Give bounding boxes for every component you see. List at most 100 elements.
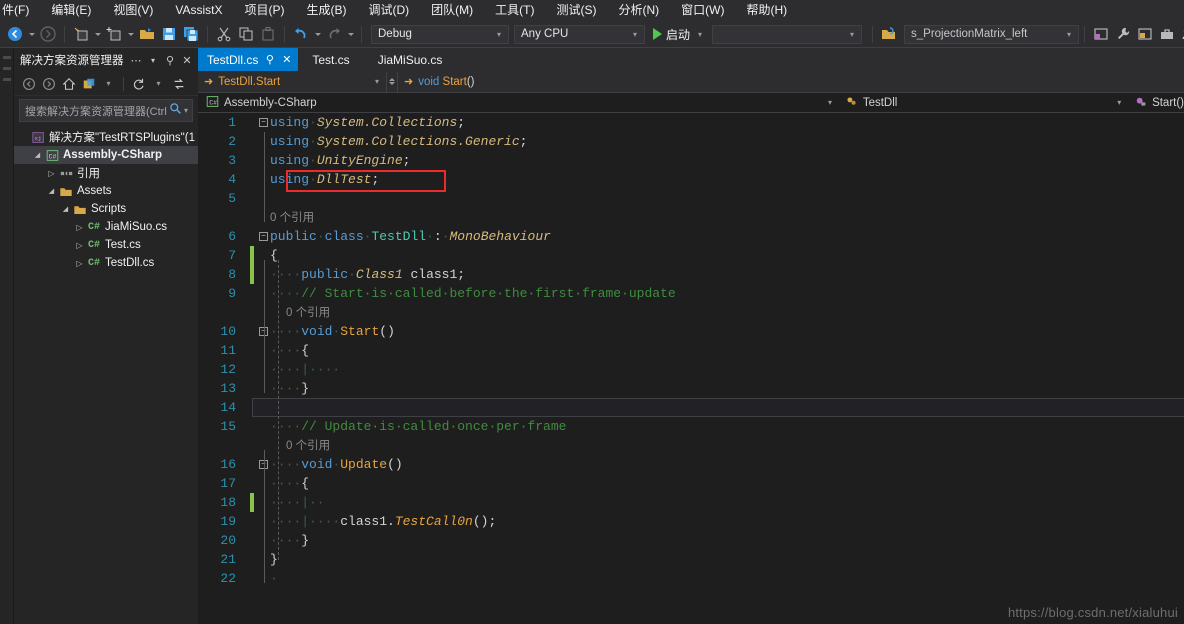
solution-explorer-search-input[interactable]: 搜索解决方案资源管理器(Ctrl ▾ <box>19 99 193 122</box>
tree-item-0[interactable]: xj 解决方案"TestRTSPlugins"(1 <box>14 128 198 146</box>
new-item-dropdown-icon[interactable] <box>125 23 136 45</box>
tree-item-6[interactable]: ▷ C# Test.cs <box>14 236 198 254</box>
undo-dropdown-icon[interactable] <box>312 23 323 45</box>
back-icon[interactable] <box>19 74 38 93</box>
chevron-down-icon[interactable]: ▾ <box>368 77 386 86</box>
wrench-icon[interactable] <box>1112 23 1134 45</box>
start-debug-button[interactable]: 启动 ▾ <box>653 26 706 43</box>
expander-expanded-icon[interactable]: ◢ <box>31 151 44 159</box>
solution-tree[interactable]: xj 解决方案"TestRTSPlugins"(1 ◢ C# Assembly-CSh… <box>14 124 198 624</box>
chevron-down-icon[interactable]: ▾ <box>149 74 168 93</box>
menu-item-7[interactable]: 团队(M) <box>420 1 484 21</box>
menu-item-2[interactable]: 视图(V) <box>102 1 164 21</box>
expander-collapsed-icon[interactable]: ▷ <box>45 169 58 178</box>
menu-item-8[interactable]: 工具(T) <box>484 1 545 21</box>
left-dock-strip[interactable] <box>0 48 14 624</box>
line-number: 14 <box>220 400 236 415</box>
dock-handle-icon <box>2 56 11 59</box>
toolbox-window-icon[interactable] <box>1134 23 1156 45</box>
close-icon[interactable]: ✕ <box>281 53 292 66</box>
debug-target-combo[interactable]: ▾ <box>712 24 863 44</box>
menu-item-10[interactable]: 分析(N) <box>607 1 670 21</box>
vassist-find-symbol-icon[interactable] <box>878 23 900 45</box>
undo-icon[interactable] <box>290 23 312 45</box>
document-tab-2[interactable]: JiaMiSuo.cs <box>364 48 457 71</box>
tree-item-4[interactable]: ◢ Scripts <box>14 200 198 218</box>
solution-platform-combo[interactable]: Any CPU ▾ <box>514 24 645 44</box>
save-all-icon[interactable] <box>180 23 202 45</box>
redo-icon[interactable] <box>323 23 345 45</box>
solution-configuration-value: Debug <box>378 28 412 40</box>
expander-collapsed-icon[interactable]: ▷ <box>73 223 86 232</box>
menu-item-0[interactable]: 件(F) <box>0 1 40 21</box>
member-signature-label: void Start() <box>418 76 474 88</box>
menu-item-4[interactable]: 项目(P) <box>233 1 295 21</box>
expander-expanded-icon[interactable]: ◢ <box>59 205 72 213</box>
tree-item-7[interactable]: ▷ C# TestDll.cs <box>14 254 198 272</box>
expander-collapsed-icon[interactable]: ▷ <box>73 241 86 250</box>
tree-item-3[interactable]: ◢ Assets <box>14 182 198 200</box>
dropdown-icon[interactable]: ▾ <box>146 56 160 65</box>
toolbox-icon[interactable] <box>1156 23 1178 45</box>
redo-dropdown-icon[interactable] <box>345 23 356 45</box>
chevron-down-icon[interactable]: ▾ <box>99 74 118 93</box>
navigation-spinner[interactable] <box>386 71 398 92</box>
navigate-forward-icon[interactable] <box>37 23 59 45</box>
paste-icon[interactable] <box>257 23 279 45</box>
menu-item-1[interactable]: 编辑(E) <box>40 1 102 21</box>
document-tab-1[interactable]: Test.cs <box>298 48 363 71</box>
window-layout-icon[interactable] <box>1090 23 1112 45</box>
pending-changes-icon[interactable] <box>79 74 98 93</box>
vassist-search-input[interactable]: s_ProjectionMatrix_left ▾ <box>904 24 1080 44</box>
collapse-all-icon[interactable] <box>169 74 188 93</box>
fold-collapse-icon[interactable]: − <box>258 227 269 246</box>
copy-icon[interactable] <box>235 23 257 45</box>
tree-item-5[interactable]: ▷ C# JiaMiSuo.cs <box>14 218 198 236</box>
new-project-icon[interactable] <box>70 23 92 45</box>
chevron-down-icon[interactable]: ▾ <box>182 106 190 115</box>
new-item-icon[interactable] <box>103 23 125 45</box>
document-tab-0[interactable]: TestDll.cs ⚲ ✕ <box>198 48 299 71</box>
spinner-down-icon[interactable] <box>389 82 395 85</box>
navigate-back-dropdown-icon[interactable] <box>26 23 37 45</box>
expander-expanded-icon[interactable]: ◢ <box>45 187 58 195</box>
menu-item-5[interactable]: 生成(B) <box>295 1 357 21</box>
menu-item-9[interactable]: 测试(S) <box>545 1 607 21</box>
chevron-down-icon[interactable]: ▾ <box>1112 98 1126 107</box>
chevron-down-icon[interactable]: ▾ <box>823 98 837 107</box>
code-editor[interactable]: https://blog.csdn.net/xialuhui 1− using·S… <box>198 113 1184 624</box>
open-file-icon[interactable] <box>136 23 158 45</box>
member-path-dropdown[interactable]: ➜ TestDll.Start <box>198 71 368 93</box>
chevron-down-icon[interactable]: ▾ <box>694 30 706 39</box>
menu-item-3[interactable]: VAssistX <box>164 1 233 21</box>
project-scope-dropdown[interactable]: C# Assembly-CSharp <box>198 93 823 113</box>
code-line-7: 7{ <box>198 246 1184 265</box>
chevron-down-icon: ▾ <box>850 29 855 39</box>
tree-item-2[interactable]: ▷ 引用 <box>14 164 198 182</box>
navigate-back-icon[interactable] <box>4 23 26 45</box>
pin-icon[interactable]: ⚲ <box>264 53 275 66</box>
solution-configuration-combo[interactable]: Debug ▾ <box>371 24 509 44</box>
forward-icon[interactable] <box>39 74 58 93</box>
fold-collapse-icon[interactable]: − <box>258 113 269 132</box>
cut-icon[interactable] <box>213 23 235 45</box>
team-explorer-icon[interactable] <box>1178 23 1184 45</box>
type-scope-dropdown[interactable]: TestDll <box>837 93 1113 113</box>
menu-item-6[interactable]: 调试(D) <box>357 1 420 21</box>
menu-item-12[interactable]: 帮助(H) <box>735 1 798 21</box>
new-project-dropdown-icon[interactable] <box>92 23 103 45</box>
close-icon[interactable]: ✕ <box>180 54 194 67</box>
search-icon[interactable] <box>169 102 182 120</box>
member-scope-dropdown[interactable]: Start() <box>1126 93 1184 113</box>
home-icon[interactable] <box>59 74 78 93</box>
save-icon[interactable] <box>158 23 180 45</box>
menu-item-11[interactable]: 窗口(W) <box>670 1 735 21</box>
member-signature-dropdown[interactable]: ➜ void Start() <box>398 71 479 93</box>
refresh-icon[interactable] <box>129 74 148 93</box>
expander-collapsed-icon[interactable]: ▷ <box>73 259 86 268</box>
spinner-up-icon[interactable] <box>389 78 395 81</box>
pin-icon[interactable]: ⚲ <box>163 54 177 67</box>
tree-item-1[interactable]: ◢ C# Assembly-CSharp <box>14 146 198 164</box>
line-number: 5 <box>228 191 236 206</box>
overflow-icon[interactable]: ⋯ <box>129 54 143 67</box>
